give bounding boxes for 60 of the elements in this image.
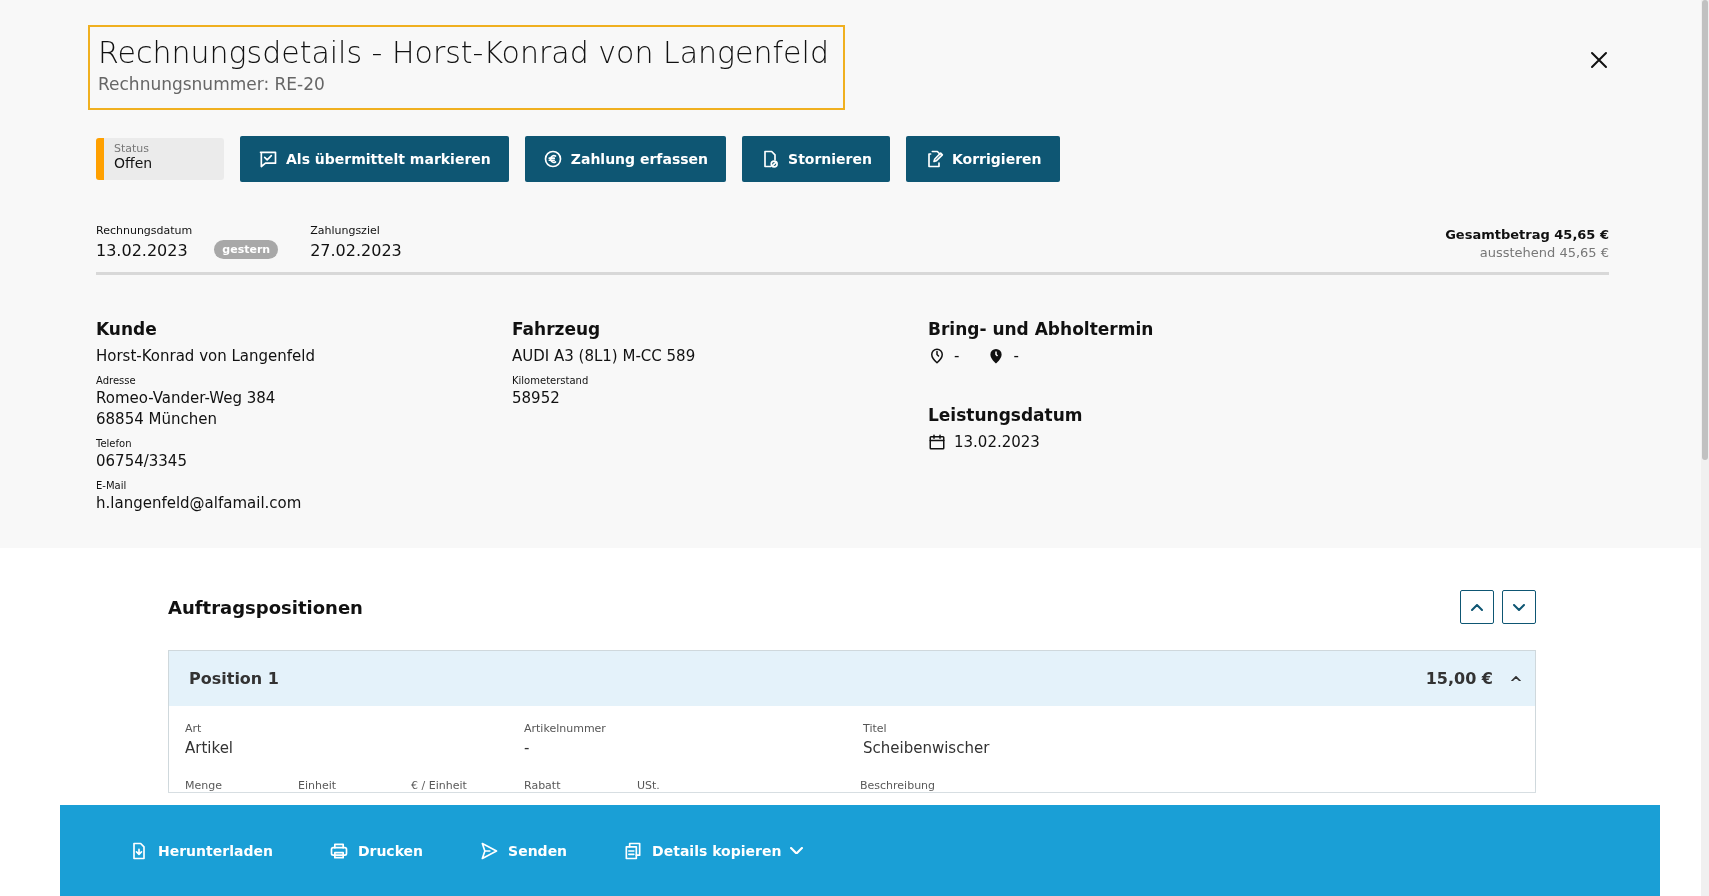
- field-value: Romeo-Vander-Weg 384: [96, 389, 277, 407]
- status-value: Offen: [114, 155, 153, 171]
- due-date: 27.02.2023: [310, 241, 402, 260]
- invoice-number: Rechnungsnummer: RE-20: [98, 74, 326, 94]
- action-button[interactable]: Korrigieren: [906, 136, 1060, 182]
- clock-pin-icon: [928, 347, 946, 365]
- send-icon: [479, 840, 500, 861]
- pick-up-time: -: [1013, 347, 1019, 365]
- status-label: Status: [114, 142, 151, 155]
- scroll-up-button[interactable]: [1460, 590, 1494, 624]
- field-label: Beschreibung: [860, 779, 937, 792]
- customer-name: Horst-Konrad von Langenfeld: [96, 347, 316, 365]
- field-value: 58952: [512, 389, 561, 407]
- relative-date-badge: gestern: [214, 240, 279, 259]
- field-label: Kilometerstand: [512, 375, 590, 386]
- section-heading: Fahrzeug: [512, 319, 602, 339]
- field-label: Titel: [863, 722, 888, 735]
- page-title: Rechnungsdetails - Horst-Konrad von Langenfeld: [98, 35, 829, 70]
- service-date: 13.02.2023: [954, 433, 1040, 451]
- field-label: Einheit: [298, 779, 338, 792]
- total-amount: Gesamtbetrag 45,65 €: [1445, 227, 1609, 242]
- calendar-icon: [928, 433, 946, 451]
- section-heading: Bring- und Abholtermin: [928, 319, 1155, 339]
- chevron-down-icon: [790, 846, 804, 855]
- field-value: Scheibenwischer: [863, 739, 991, 757]
- field-label: E-Mail: [96, 480, 128, 491]
- invoice-date-label: Rechnungsdatum: [96, 224, 193, 237]
- field-value: -: [524, 739, 531, 757]
- field-value: 06754/3345: [96, 452, 188, 470]
- position-header[interactable]: Position 1 15,00 €: [169, 651, 1535, 706]
- field-label: Menge: [185, 779, 223, 792]
- field-label: Adresse: [96, 375, 137, 386]
- chevron-up-icon: [1471, 603, 1483, 611]
- invoice-date: 13.02.2023: [96, 241, 189, 260]
- action-button[interactable]: Zahlung erfassen: [524, 136, 727, 182]
- field-value: Artikel: [185, 739, 235, 757]
- action-button[interactable]: Als übermittelt markieren: [240, 136, 509, 182]
- euro-icon: [542, 149, 563, 169]
- field-label: USt.: [637, 779, 661, 792]
- scrollbar-thumb[interactable]: [1702, 0, 1708, 460]
- outstanding-amount: ausstehend 45,65 €: [1478, 245, 1609, 260]
- section-heading: Leistungsdatum: [928, 405, 1084, 425]
- scroll-down-button[interactable]: [1502, 590, 1536, 624]
- chevron-up-icon: [1511, 675, 1521, 682]
- copy-icon: [623, 840, 644, 861]
- chevron-down-icon: [1513, 603, 1525, 611]
- section-heading: Auftragspositionen: [168, 596, 363, 618]
- field-label: € / Einheit: [411, 779, 468, 792]
- drop-off-time: -: [954, 347, 960, 365]
- vehicle-name: AUDI A3 (8L1) M-CC 589: [512, 347, 697, 365]
- field-label: Telefon: [96, 438, 133, 449]
- field-value: 68854 München: [96, 410, 218, 428]
- field-value: h.langenfeld@alfamail.com: [96, 494, 303, 512]
- field-label: Art: [185, 722, 203, 735]
- checkmark-message-icon: [258, 149, 278, 169]
- field-label: Artikelnummer: [524, 722, 607, 735]
- due-date-label: Zahlungsziel: [310, 224, 381, 237]
- action-button[interactable]: Stornieren: [742, 136, 890, 182]
- section-heading: Kunde: [96, 319, 158, 339]
- field-label: Rabatt: [524, 779, 562, 792]
